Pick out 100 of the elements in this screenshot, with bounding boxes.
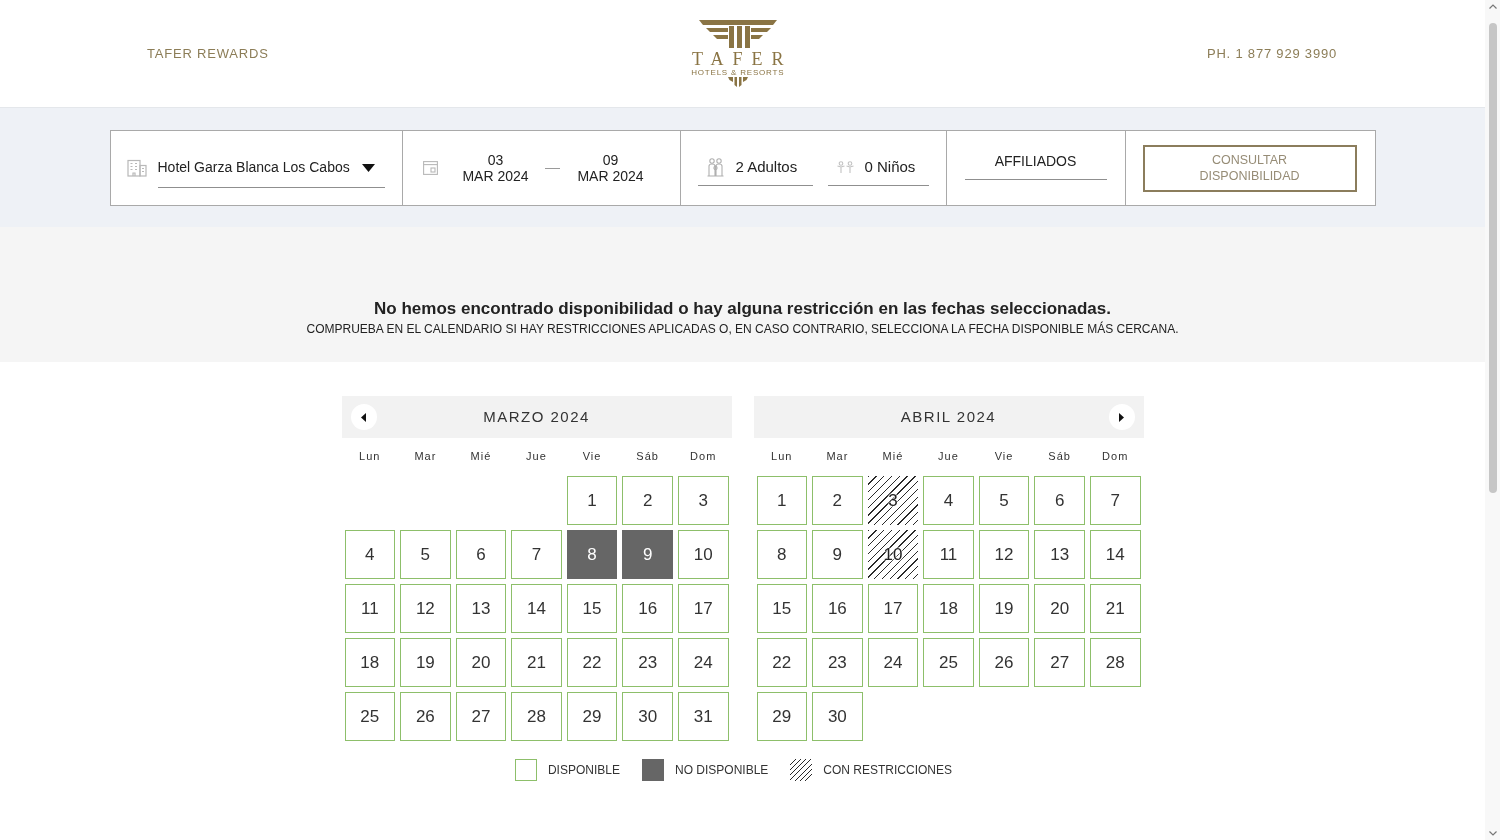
- calendar-day[interactable]: 19: [978, 584, 1030, 633]
- calendar-day[interactable]: 24: [867, 638, 919, 687]
- calendar-day[interactable]: 13: [1034, 530, 1085, 579]
- calendar-day[interactable]: 9: [812, 530, 863, 579]
- calendar-day[interactable]: 31: [677, 692, 729, 741]
- calendar-day[interactable]: 2: [622, 476, 673, 525]
- weekday-label: Mié: [469, 448, 493, 464]
- legend-label: CON RESTRICCIONES: [823, 762, 953, 779]
- notice-title: No hemos encontrado disponibilidad o hay alguna restricción en las fechas seleccionadas.: [373, 298, 1112, 319]
- caret-icon: [361, 163, 375, 172]
- calendar-day[interactable]: 1: [566, 476, 618, 525]
- calendar-day[interactable]: 30: [622, 692, 673, 741]
- calendar-day[interactable]: 14: [511, 584, 562, 633]
- calendar-day[interactable]: 27: [455, 692, 507, 741]
- calendar-day[interactable]: 21: [511, 638, 562, 687]
- calendar-day[interactable]: 6: [455, 530, 507, 579]
- calendar-day[interactable]: 15: [566, 584, 618, 633]
- calendar-day[interactable]: 3: [677, 476, 729, 525]
- affiliates-select[interactable]: AFFILIADOS: [964, 144, 1107, 180]
- calendar-day[interactable]: 26: [400, 692, 451, 741]
- check-in-field[interactable]: 03 MAR 2024: [455, 152, 536, 184]
- calendar-day[interactable]: 29: [566, 692, 618, 741]
- calendar-day[interactable]: 10: [677, 530, 729, 579]
- month-title: ABRIL 2024: [899, 406, 998, 427]
- calendar-day[interactable]: 12: [400, 584, 451, 633]
- calendar-day[interactable]: 13: [455, 584, 507, 633]
- people-icon: [706, 158, 724, 177]
- calendar-day[interactable]: 4: [344, 530, 396, 579]
- weekday-label: Jue: [525, 448, 548, 464]
- calendar-day[interactable]: 17: [677, 584, 729, 633]
- calendar-day[interactable]: 7: [511, 530, 562, 579]
- weekday-label: Mar: [413, 448, 438, 464]
- weekday-label: Lun: [770, 448, 794, 464]
- calendar-day[interactable]: 22: [566, 638, 618, 687]
- previous-month-button[interactable]: [350, 404, 377, 430]
- legend-label: NO DISPONIBLE: [675, 762, 769, 779]
- children-select[interactable]: 0 Niños: [827, 150, 929, 186]
- calendar-day[interactable]: 26: [978, 638, 1030, 687]
- calendar-day[interactable]: 28: [511, 692, 562, 741]
- calendar-day[interactable]: 20: [1034, 584, 1085, 633]
- calendar-day[interactable]: 5: [400, 530, 451, 579]
- weekday-label: Sáb: [635, 448, 660, 464]
- notice-message: COMPRUEBA EN EL CALENDARIO SI HAY RESTRICCIONES APLICADAS O, EN CASO CONTRARIO, SELECCIONA LA FECHA DISPONIBLE MÁS CERCANA.: [305, 321, 1180, 337]
- calendar-day[interactable]: 23: [622, 638, 673, 687]
- calendar-day[interactable]: 19: [400, 638, 451, 687]
- calendar-day[interactable]: 17: [867, 584, 919, 633]
- logo-wordmark: TAFER: [692, 50, 793, 68]
- next-month-button[interactable]: [1108, 404, 1135, 430]
- calendar-day[interactable]: 25: [344, 692, 396, 741]
- calendar-day[interactable]: 1: [756, 476, 808, 525]
- weekday-label: Lun: [358, 448, 382, 464]
- weekday-label: Mar: [825, 448, 850, 464]
- calendar-day[interactable]: 20: [455, 638, 507, 687]
- weekday-label: Dom: [1101, 448, 1130, 464]
- logo-tagline: HOTELS & RESORTS: [691, 68, 785, 77]
- calendar-day[interactable]: 25: [923, 638, 974, 687]
- check-out-field[interactable]: 09 MAR 2024: [570, 152, 651, 184]
- scroll-up-icon[interactable]: [1488, 4, 1497, 9]
- calendar-day[interactable]: 11: [344, 584, 396, 633]
- phone-number: PH. 1 877 929 3990: [1206, 44, 1337, 63]
- logo-chevron-icon: [727, 77, 748, 89]
- calendar-day[interactable]: 8: [566, 530, 618, 579]
- weekday-label: Mié: [881, 448, 905, 464]
- calendar-day[interactable]: 29: [756, 692, 808, 741]
- calendar-day[interactable]: 7: [1089, 476, 1141, 525]
- empty-square-icon: [514, 759, 537, 781]
- calendar-day[interactable]: 6: [1034, 476, 1085, 525]
- calendar-day[interactable]: 12: [978, 530, 1030, 579]
- adults-select[interactable]: 2 Adultos: [697, 150, 813, 186]
- scrollbar[interactable]: [1485, 0, 1500, 840]
- calendar-day[interactable]: 23: [812, 638, 863, 687]
- calendar-day[interactable]: 14: [1089, 530, 1141, 579]
- calendar-day[interactable]: 21: [1089, 584, 1141, 633]
- filled-square-icon: [642, 759, 664, 781]
- calendar-day[interactable]: 2: [812, 476, 863, 525]
- hotel-select[interactable]: Hotel Garza Blanca Los Cabos: [157, 148, 385, 188]
- calendar-day[interactable]: 11: [923, 530, 974, 579]
- calendar-day[interactable]: 27: [1034, 638, 1085, 687]
- calendar-day[interactable]: 8: [756, 530, 808, 579]
- weekday-label: Dom: [689, 448, 718, 464]
- calendar-day[interactable]: 30: [812, 692, 863, 741]
- calendar-day[interactable]: 16: [622, 584, 673, 633]
- scrollbar-thumb[interactable]: [1488, 23, 1497, 493]
- children-icon: [836, 161, 854, 174]
- calendar-day[interactable]: 4: [923, 476, 974, 525]
- calendar-day[interactable]: 5: [978, 476, 1030, 525]
- logo-wings-icon: [698, 20, 777, 48]
- calendar-day[interactable]: 28: [1089, 638, 1141, 687]
- legend-label: DISPONIBLE: [547, 762, 620, 779]
- calendar-day[interactable]: 15: [756, 584, 808, 633]
- rewards-link[interactable]: TAFER REWARDS: [147, 43, 269, 64]
- calendar-day[interactable]: 18: [344, 638, 396, 687]
- calendar-day[interactable]: 22: [756, 638, 808, 687]
- calendar-day[interactable]: 24: [677, 638, 729, 687]
- calendar-day[interactable]: 16: [812, 584, 863, 633]
- weekday-label: Sáb: [1047, 448, 1072, 464]
- calendar-day[interactable]: 9: [622, 530, 673, 579]
- scroll-down-icon[interactable]: [1488, 831, 1497, 836]
- left-triangle-icon: [361, 412, 366, 422]
- calendar-day[interactable]: 18: [923, 584, 974, 633]
